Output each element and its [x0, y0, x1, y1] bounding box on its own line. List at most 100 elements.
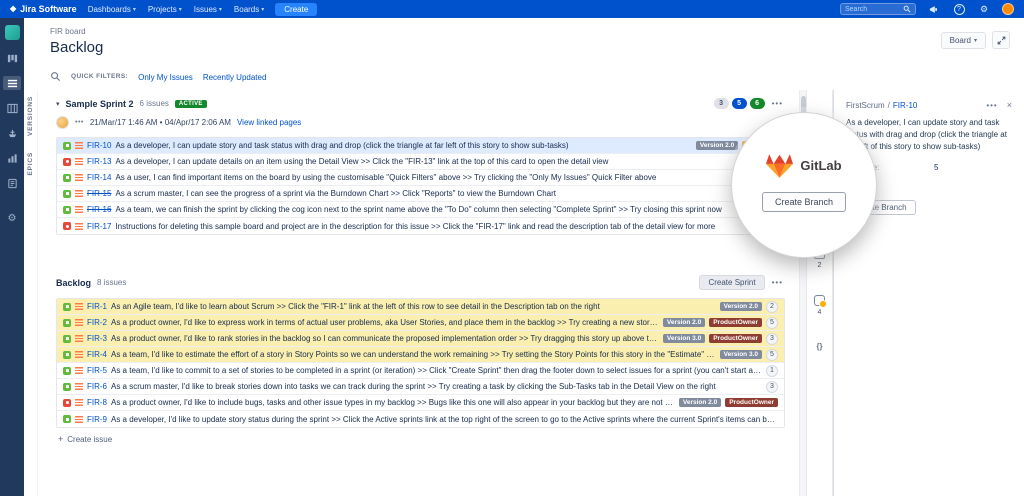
sprint-count-badge-inprogress: 5: [732, 98, 747, 109]
backlog-issue-count: 8 issues: [97, 278, 126, 287]
story-issue-icon: [63, 303, 71, 311]
sprint-issue-list: FIR-10As a developer, I can update story…: [56, 137, 785, 235]
breadcrumb[interactable]: FIR board: [50, 27, 1010, 36]
expand-icon: [997, 36, 1006, 45]
issue-key-link[interactable]: FIR-17: [87, 222, 111, 231]
issue-key-link[interactable]: FIR-16: [87, 205, 111, 214]
issue-row[interactable]: FIR-16As a team, we can finish the sprin…: [57, 202, 784, 218]
create-sprint-button[interactable]: Create Sprint: [699, 275, 764, 290]
collapse-caret-icon[interactable]: ▾: [56, 100, 60, 108]
brand-name: Jira Software: [20, 4, 77, 14]
priority-icon: [75, 399, 83, 406]
version-lozenge: Version 3.0: [720, 350, 762, 359]
issue-row[interactable]: FIR-5 As a team, I'd like to commit to a …: [57, 363, 784, 379]
jira-logo[interactable]: ◆ Jira Software: [10, 4, 77, 14]
avatar-overflow-icon[interactable]: •••: [75, 119, 84, 126]
detail-summary: As a developer, I can update story and t…: [846, 117, 1012, 153]
assignee-avatar[interactable]: [56, 116, 69, 129]
issue-key-link[interactable]: FIR-1: [87, 302, 107, 311]
backlog-icon[interactable]: [3, 76, 21, 90]
issue-row[interactable]: FIR-3As a product owner, I'd like to ran…: [57, 331, 784, 347]
issue-row[interactable]: FIR-9As a developer, I'd like to update …: [57, 411, 784, 427]
issue-key-link[interactable]: FIR-5: [87, 366, 107, 375]
settings-gear-icon[interactable]: ⚙: [977, 2, 991, 16]
issue-row[interactable]: FIR-14As a user, I can find important it…: [57, 170, 784, 186]
create-button[interactable]: Create: [275, 3, 317, 16]
quick-filter-link[interactable]: Recently Updated: [203, 73, 267, 82]
announcements-icon[interactable]: [927, 2, 941, 16]
nav-menu-boards[interactable]: Boards▾: [234, 5, 264, 14]
issue-row[interactable]: FIR-13As a developer, I can update detai…: [57, 154, 784, 170]
magnifier-callout: GitLab Create Branch: [731, 112, 877, 258]
fullscreen-toggle-button[interactable]: [992, 31, 1010, 49]
project-avatar[interactable]: [5, 25, 20, 40]
issue-key-link[interactable]: FIR-10: [87, 141, 111, 150]
panel-tabs: VERSIONS EPICS: [24, 90, 38, 496]
create-issue-button[interactable]: + Create issue: [56, 434, 785, 444]
issue-key-link[interactable]: FIR-15: [87, 189, 111, 198]
glance-links[interactable]: 4: [807, 295, 832, 316]
priority-icon: [75, 383, 83, 390]
issue-row[interactable]: FIR-4 As a team, I'd like to estimate the…: [57, 347, 784, 363]
quick-filter-link[interactable]: Only My Issues: [138, 73, 193, 82]
view-linked-pages-link[interactable]: View linked pages: [237, 118, 301, 127]
estimate-value[interactable]: 5: [934, 163, 938, 172]
issue-key-link[interactable]: FIR-9: [87, 415, 107, 424]
issue-row[interactable]: FIR-10As a developer, I can update story…: [57, 138, 784, 154]
issue-key-link[interactable]: FIR-3: [87, 334, 107, 343]
nav-menu-issues[interactable]: Issues▾: [194, 5, 222, 14]
issue-row[interactable]: FIR-1As an Agile team, I'd like to learn…: [57, 299, 784, 315]
caret-down-icon: ▾: [179, 6, 182, 13]
glance-count: 2: [818, 262, 822, 269]
issue-key-link[interactable]: FIR-13: [87, 157, 111, 166]
issue-key-link[interactable]: FIR-2: [87, 318, 107, 327]
detail-issue-key-link[interactable]: FIR-10: [893, 101, 917, 110]
reports-chart-icon[interactable]: [3, 151, 21, 165]
create-branch-button-zoomed[interactable]: Create Branch: [762, 192, 846, 212]
detail-more-icon[interactable]: •••: [984, 101, 999, 110]
issue-row[interactable]: FIR-8As a product owner, I'd like to inc…: [57, 395, 784, 411]
issue-row[interactable]: FIR-2As a product owner, I'd like to exp…: [57, 315, 784, 331]
detail-project-link[interactable]: FirstScrum: [846, 101, 885, 110]
glance-count: 4: [818, 309, 822, 316]
user-avatar[interactable]: [1002, 3, 1014, 15]
create-issue-label: Create issue: [67, 435, 112, 444]
active-sprints-icon[interactable]: [3, 101, 21, 115]
backlog-header: Backlog 8 issues Create Sprint •••: [56, 275, 785, 290]
issue-row[interactable]: FIR-17Instructions for deleting this sam…: [57, 218, 784, 234]
issue-key-link[interactable]: FIR-6: [87, 382, 107, 391]
issue-row[interactable]: FIR-6As a scrum master, I'd like to brea…: [57, 379, 784, 395]
board-grid-icon[interactable]: [3, 51, 21, 65]
sprint-more-icon[interactable]: •••: [770, 99, 785, 108]
vertical-tab-epics[interactable]: EPICS: [27, 152, 34, 176]
caret-down-icon: ▾: [133, 6, 136, 13]
nav-menu-dashboards[interactable]: Dashboards▾: [88, 5, 136, 14]
issue-row[interactable]: FIR-15As a scrum master, I can see the p…: [57, 186, 784, 202]
issue-key-link[interactable]: FIR-8: [87, 398, 107, 407]
story-issue-icon: [63, 351, 71, 359]
issue-summary: As a team, I'd like to commit to a set o…: [111, 366, 762, 375]
vertical-tab-versions[interactable]: VERSIONS: [27, 96, 34, 136]
nav-menu-projects[interactable]: Projects▾: [148, 5, 182, 14]
caret-down-icon: ▾: [974, 37, 977, 44]
help-icon[interactable]: ?: [952, 2, 966, 16]
releases-ship-icon[interactable]: [3, 126, 21, 140]
estimate-badge: 2: [766, 301, 778, 313]
quick-filters: Only My Issues Recently Updated: [138, 67, 276, 85]
issue-key-link[interactable]: FIR-4: [87, 350, 107, 359]
priority-icon: [75, 335, 83, 342]
filter-search-icon[interactable]: [50, 71, 61, 82]
pages-icon[interactable]: [3, 176, 21, 190]
close-icon[interactable]: ×: [1007, 100, 1012, 110]
issue-summary: As a team, I'd like to estimate the effo…: [111, 350, 716, 359]
board-menu-button[interactable]: Board ▾: [941, 32, 986, 49]
issue-key-link[interactable]: FIR-14: [87, 173, 111, 182]
board-settings-gear-icon[interactable]: ⚙: [8, 213, 17, 224]
version-lozenge: Version 2.0: [663, 318, 705, 327]
glance-code[interactable]: {}: [807, 342, 832, 351]
help-glyph: ?: [954, 4, 965, 15]
owner-lozenge: ProductOwner: [709, 334, 762, 343]
backlog-more-icon[interactable]: •••: [770, 278, 785, 287]
owner-lozenge: ProductOwner: [725, 398, 778, 407]
search-input[interactable]: Search: [840, 3, 916, 15]
